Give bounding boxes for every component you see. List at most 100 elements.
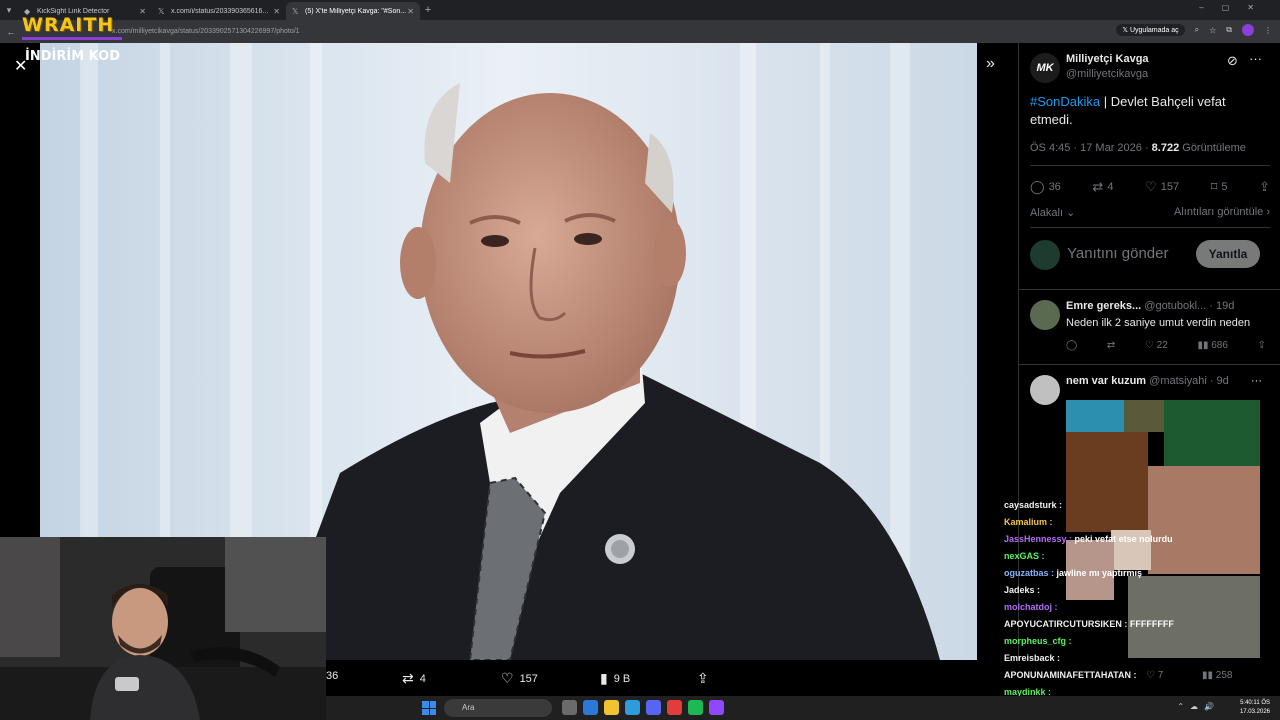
file-explorer-icon[interactable] xyxy=(604,700,619,715)
tab-close-icon[interactable]: ✕ xyxy=(407,7,414,16)
collapse-panel-icon[interactable]: » xyxy=(986,55,995,73)
emote-sticker xyxy=(1124,400,1164,432)
comment-like-button[interactable]: ♡ 7 xyxy=(1146,670,1163,681)
tab-search-icon[interactable]: ▾ xyxy=(0,5,18,16)
comment-like-button[interactable]: ♡ 22 xyxy=(1145,340,1168,351)
zoom-icon[interactable]: ⌕ xyxy=(1195,25,1199,35)
chat-text: FFFFFFFF xyxy=(1129,619,1174,629)
comment-avatar[interactable] xyxy=(1030,300,1060,330)
chat-text: peki vefat etse nolurdu xyxy=(1074,534,1173,544)
task-view-icon[interactable] xyxy=(562,700,577,715)
discord-icon[interactable] xyxy=(646,700,661,715)
copilot-icon[interactable] xyxy=(583,700,598,715)
comment-author[interactable]: Emre gereks... @gotubokl... · 19d xyxy=(1066,300,1234,312)
tab-close-icon[interactable]: ✕ xyxy=(139,7,146,16)
reply-input[interactable]: Yanıtını gönder xyxy=(1067,245,1168,262)
heart-icon: ♡ xyxy=(1145,179,1157,194)
wraith-accent-bar xyxy=(22,37,122,40)
clock-date: 17.03.2026 xyxy=(1239,709,1270,715)
reply-button[interactable]: ◯ 36 xyxy=(1030,179,1061,195)
tweet-actions: ◯ 36 ⇄ 4 ♡ 157 ⌑ 5 ⇪ xyxy=(1030,179,1270,195)
comment-views[interactable]: ▮▮ 258 xyxy=(1202,670,1232,681)
divider xyxy=(1019,364,1280,365)
profile-avatar[interactable] xyxy=(1242,24,1254,36)
tweet-meta: ÖS 4:45 · 17 Mar 2026 · 8.722 Görüntülem… xyxy=(1030,142,1246,154)
photo-like-button[interactable]: ♡ 157 xyxy=(501,670,538,687)
spotify-icon[interactable] xyxy=(688,700,703,715)
system-tray[interactable]: ⌃☁🔊 xyxy=(1177,702,1220,711)
comment-handle: @gotubokl... · 19d xyxy=(1144,300,1235,312)
chat-username: Jadeks xyxy=(1004,585,1035,595)
address-bar-actions: 𝕏 Uygulamada aç ⌕ ☆ ⧉ ⋮ xyxy=(1116,24,1272,36)
chat-message: APOYUCATIRCUTURSIKEN : FFFFFFFF xyxy=(1004,619,1174,629)
user-avatar[interactable] xyxy=(1030,240,1060,270)
hashtag-link[interactable]: #SonDakika xyxy=(1030,94,1100,109)
menu-dots-icon[interactable]: ⋮ xyxy=(1264,26,1272,35)
repost-button[interactable]: ⇄ 4 xyxy=(1092,179,1113,195)
more-options-icon[interactable]: ··· xyxy=(1251,375,1262,387)
url-field[interactable]: x.com/milliyetcikavga/status/20339025713… xyxy=(112,28,300,35)
comment-author-name: Emre gereks... xyxy=(1066,300,1142,312)
chat-message: caysadsturk : xyxy=(1004,500,1063,510)
open-in-app-button[interactable]: 𝕏 Uygulamada aç xyxy=(1116,24,1185,36)
extensions-icon[interactable]: ⧉ xyxy=(1226,25,1232,35)
chat-username: morpheus_cfg xyxy=(1004,636,1067,646)
close-photo-icon[interactable]: ✕ xyxy=(14,56,27,76)
app-icon[interactable] xyxy=(667,700,682,715)
edge-icon[interactable] xyxy=(625,700,640,715)
comment-reply-icon[interactable]: ◯ xyxy=(1066,340,1077,351)
bookmark-star-icon[interactable]: ☆ xyxy=(1209,26,1216,35)
like-button[interactable]: ♡ 157 xyxy=(1145,179,1179,195)
author-avatar[interactable]: MK xyxy=(1030,53,1060,83)
chat-message: APONUNAMINAFETTAHATAN : xyxy=(1004,670,1137,680)
reply-icon: ◯ xyxy=(1030,179,1045,194)
comment-author[interactable]: nem var kuzum @matsiyahi · 9d xyxy=(1066,375,1229,387)
share-button[interactable]: ⇪ xyxy=(1259,179,1270,195)
chevron-right-icon: › xyxy=(1266,206,1270,218)
chat-username: APOYUCATIRCUTURSIKEN xyxy=(1004,619,1122,629)
more-options-icon[interactable]: ··· xyxy=(1249,51,1262,66)
comment-avatar[interactable] xyxy=(1030,375,1060,405)
window-controls[interactable]: –▢✕ xyxy=(1199,3,1272,12)
comment-repost-icon[interactable]: ⇄ xyxy=(1107,340,1115,351)
photo-repost-button[interactable]: ⇄ 4 xyxy=(402,670,426,687)
chat-message: Emreisback : xyxy=(1004,653,1061,663)
taskbar-clock[interactable]: 5:40:11 ÖS 17.03.2026 xyxy=(1240,699,1270,717)
obs-icon[interactable] xyxy=(709,700,724,715)
back-arrow-icon[interactable]: ← xyxy=(0,27,22,37)
chat-message: Jadeks : xyxy=(1004,585,1041,595)
comment-handle: @matsiyahi · 9d xyxy=(1149,375,1229,387)
webcam-scene xyxy=(0,537,326,720)
reply-submit-button[interactable]: Yanıtla xyxy=(1196,240,1260,268)
emote-sticker xyxy=(1164,400,1260,466)
comment-share-icon[interactable]: ⇪ xyxy=(1258,340,1266,351)
emote-sticker xyxy=(1066,432,1148,532)
chat-username: Emreisback xyxy=(1004,653,1055,663)
photo-views[interactable]: ▮ 9 B xyxy=(600,670,630,687)
new-tab-button[interactable]: + xyxy=(420,4,436,16)
photo-share-button[interactable]: ⇪ xyxy=(697,670,709,687)
taskbar-search[interactable]: Ara xyxy=(444,699,552,717)
comment-actions: ◯ ⇄ ♡ 22 ▮▮ 686 ⇪ xyxy=(1066,340,1266,351)
author-name[interactable]: Milliyetçi Kavga xyxy=(1066,53,1149,65)
grok-icon[interactable]: ⊘ xyxy=(1227,53,1238,69)
x-logo-icon: 𝕏 xyxy=(158,6,165,16)
chat-message: JassHennessy : peki vefat etse nolurdu xyxy=(1004,534,1173,544)
tab-close-icon[interactable]: ✕ xyxy=(273,7,280,16)
bookmark-button[interactable]: ⌑ 5 xyxy=(1211,179,1228,195)
author-handle[interactable]: @milliyetcikavga xyxy=(1066,68,1148,80)
reply-count: 36 xyxy=(1048,181,1061,193)
photo-reply-count[interactable]: 36 xyxy=(326,670,338,682)
chat-message: oguzatbas : jawline mı yaptırmış xyxy=(1004,568,1143,578)
repost-count: 4 xyxy=(1107,181,1114,193)
tab-x-status[interactable]: 𝕏 x.com/i/status/203390365616... ✕ xyxy=(152,2,286,20)
chat-username: caysadsturk xyxy=(1004,500,1057,510)
sort-replies-dropdown[interactable]: Alakalı ⌄ xyxy=(1030,206,1075,219)
photo-repost-count: 4 xyxy=(419,672,426,685)
comment-views-count: 686 xyxy=(1211,340,1228,351)
start-button[interactable] xyxy=(422,701,436,715)
view-quotes-link[interactable]: Alıntıları görüntüle › xyxy=(1174,206,1270,218)
tab-milliyetci-kavga[interactable]: 𝕏 (5) X'te Milliyetçi Kavga: "#Son... ✕ xyxy=(286,2,420,20)
tweet-time[interactable]: ÖS 4:45 · 17 Mar 2026 · xyxy=(1030,142,1152,154)
comment-views[interactable]: ▮▮ 686 xyxy=(1197,340,1227,351)
